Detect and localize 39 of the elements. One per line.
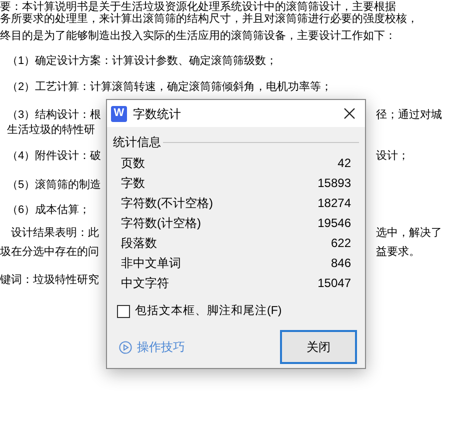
stat-value: 15893 — [318, 175, 351, 192]
stat-value: 15047 — [318, 275, 351, 292]
stat-label: 非中文单词 — [121, 255, 181, 272]
document-text: 设计结果表明：此 — [10, 226, 99, 241]
stat-label: 中文字符 — [121, 275, 169, 292]
stat-value: 846 — [330, 255, 351, 272]
document-text: （3）结构设计：根 — [6, 108, 102, 123]
document-text: 务所要求的处理里，来计算出滚筒筛的结构尺寸，并且对滚筒筛进行必要的强度校核， — [0, 12, 418, 27]
stat-label: 段落数 — [121, 235, 157, 252]
document-text: （6）成本估算； — [6, 203, 90, 218]
document-text: 设计； — [376, 149, 409, 164]
document-text: （1）确定设计方案：计算设计参数、确定滚筒筛级数； — [6, 54, 278, 69]
close-button[interactable]: 关闭 — [280, 330, 357, 364]
document-text: （4）附件设计：破 — [6, 149, 102, 164]
document-text: 键词：垃圾特性研究 — [0, 272, 99, 288]
app-icon: W — [111, 106, 127, 122]
document-text: 终目的是为了能够制造出投入实际的生活应用的滚筒筛设备，主要设计工作如下： — [0, 28, 396, 44]
stat-value: 18274 — [318, 195, 351, 212]
close-icon[interactable] — [344, 108, 355, 119]
document-text: 生活垃圾的特性研 — [6, 123, 95, 138]
play-circle-icon[interactable] — [119, 340, 132, 354]
group-label: 统计信息 — [113, 134, 161, 151]
stat-label: 页数 — [121, 155, 145, 172]
document-text: 选中，解决了 — [376, 226, 442, 241]
stat-label: 字符数(不计空格) — [121, 195, 213, 212]
stat-label: 字数 — [121, 175, 145, 192]
window-title: 字数统计 — [133, 106, 181, 122]
document-text: （5）滚筒筛的制造 — [6, 178, 102, 193]
checkbox[interactable] — [117, 305, 130, 318]
stat-value: 19546 — [318, 215, 351, 232]
stat-label: 字符数(计空格) — [121, 215, 201, 232]
document-text: 益要求。 — [376, 245, 420, 260]
stat-value: 622 — [330, 235, 351, 252]
document-text: 径；通过对城 — [376, 108, 442, 123]
stat-value: 42 — [338, 155, 351, 172]
checkbox-label[interactable]: 包括文本框、脚注和尾注(F) — [135, 303, 282, 320]
document-text: 圾在分选中存在的问 — [0, 245, 99, 260]
document-text: （2）工艺计算：计算滚筒转速，确定滚筒筛倾斜角，电机功率等； — [6, 80, 332, 95]
document-text: 要：本计算说明书是关于生活垃圾资源化处理系统设计中的滚筒筛设计，主要根据 — [0, 0, 396, 13]
